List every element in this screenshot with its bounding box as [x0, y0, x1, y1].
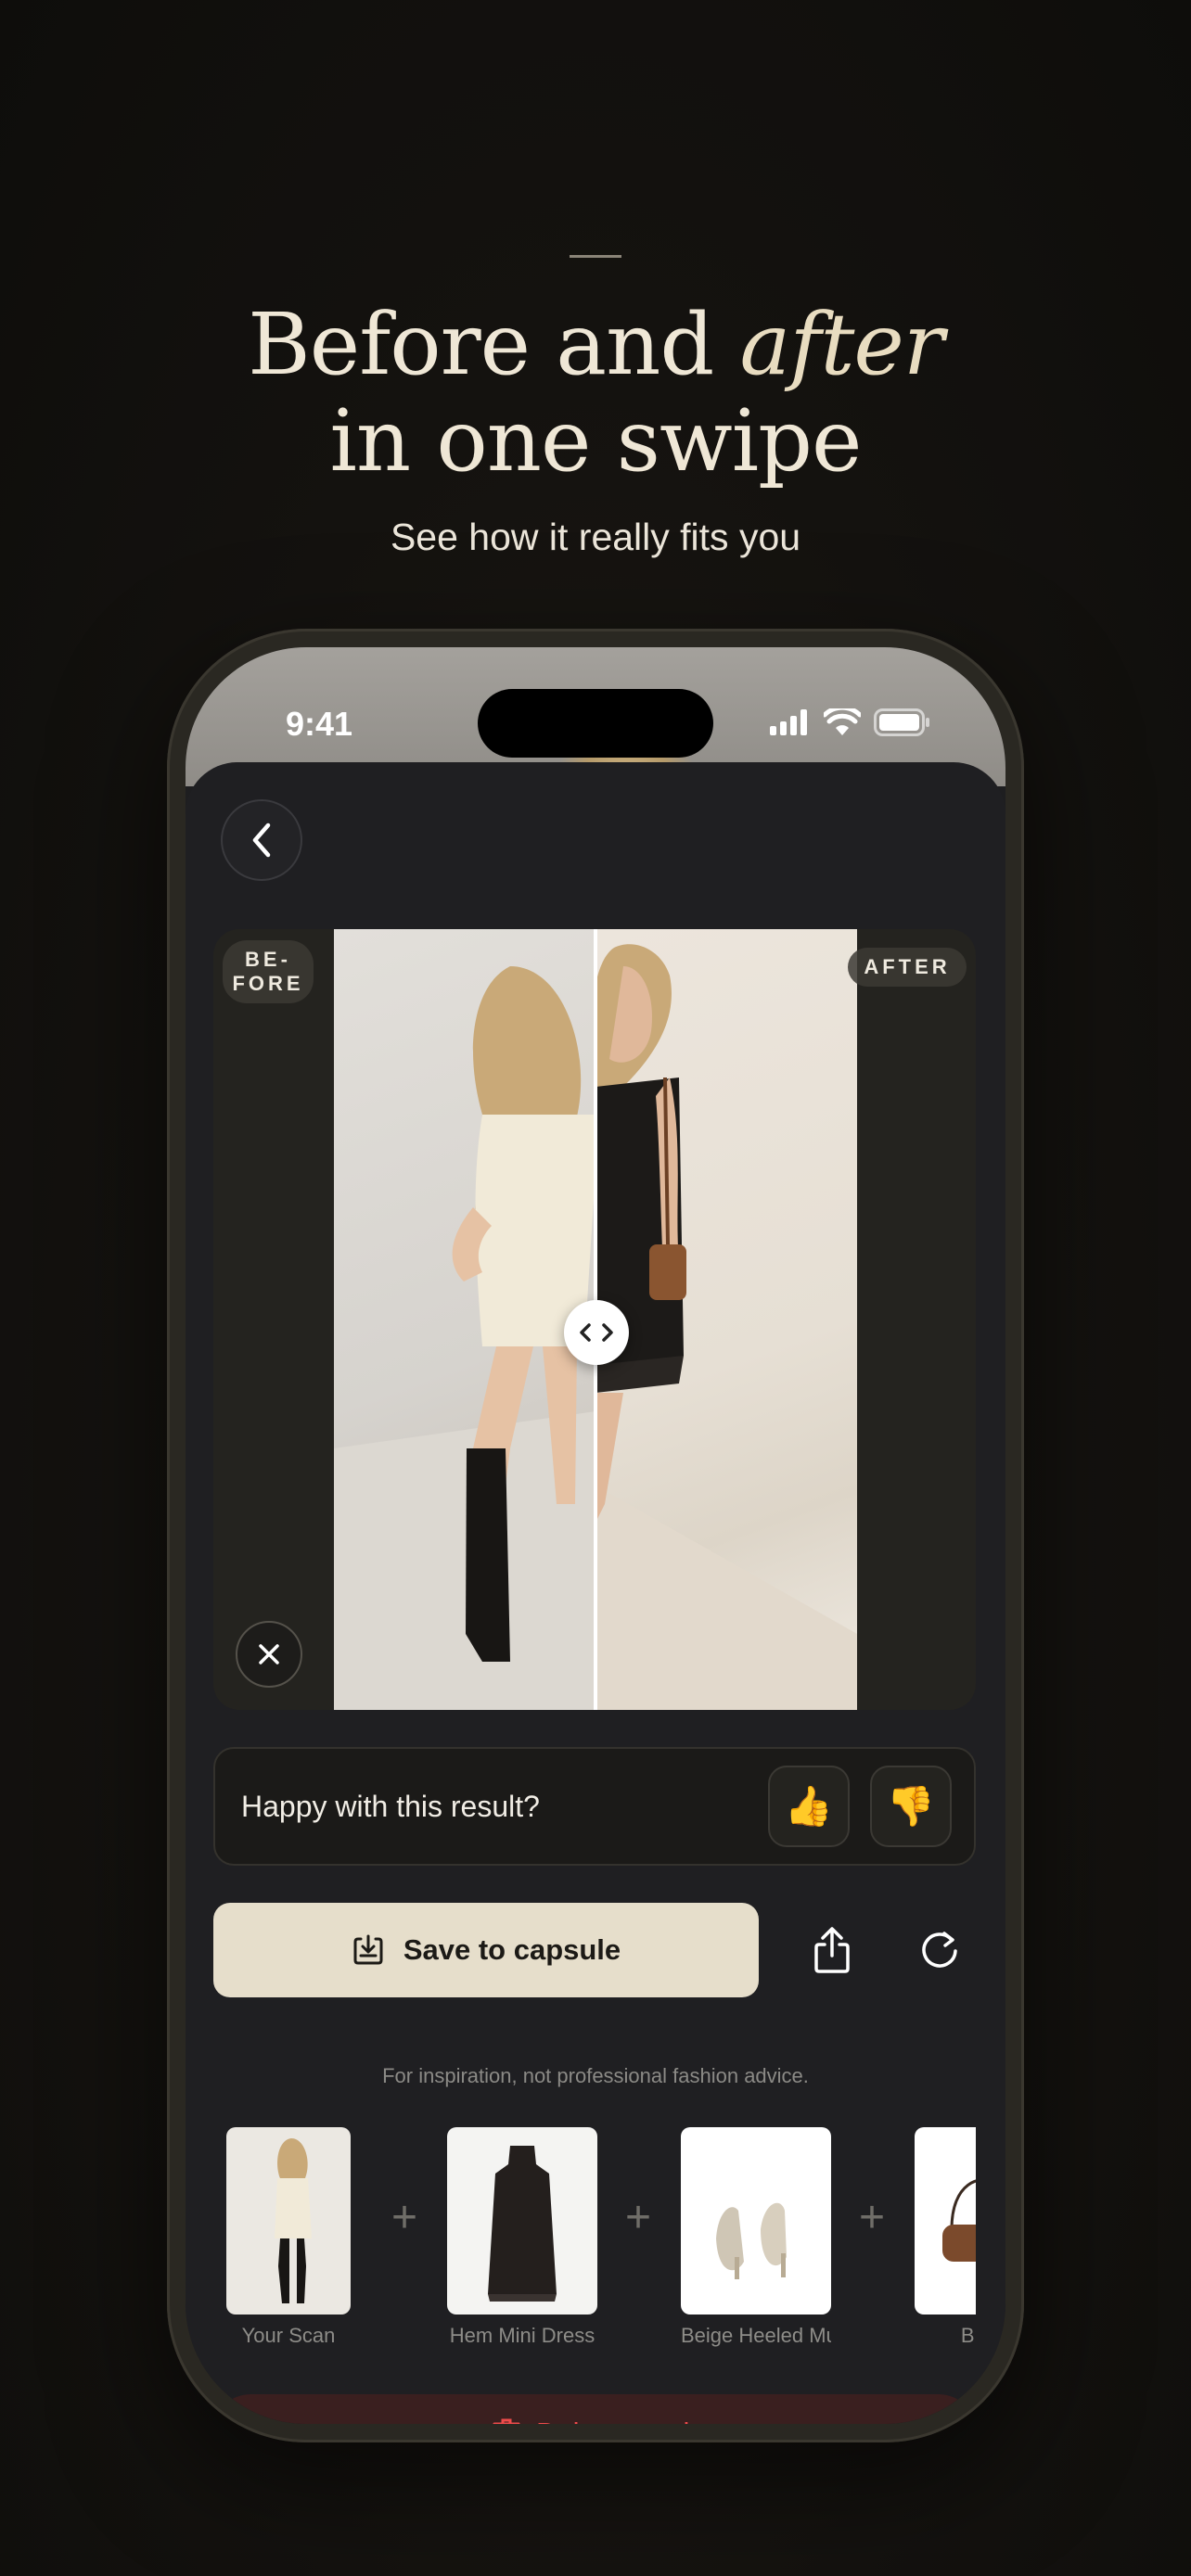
headline-part1: Before and	[248, 295, 740, 394]
feedback-card: Happy with this result? 👍 👎	[213, 1747, 976, 1866]
back-button[interactable]	[221, 799, 302, 881]
headline-emphasis: after	[739, 295, 944, 394]
result-sheet: BE- FORE AFTER Happy with this result? 👍…	[186, 762, 1005, 2424]
chevrons-left-right-icon	[580, 1323, 613, 1342]
before-after-viewer[interactable]: BE- FORE AFTER	[213, 929, 976, 1710]
close-icon	[259, 1644, 279, 1664]
share-icon	[814, 1927, 850, 1973]
item-label: Brown	[960, 2324, 976, 2347]
phone-frame: 9:41 BE- FORE AFTER Happy with this resu…	[167, 629, 1024, 2442]
before-photo	[334, 929, 596, 1710]
battery-icon	[874, 708, 929, 736]
dress-illustration	[488, 2146, 557, 2302]
save-button-label: Save to capsule	[403, 1933, 621, 1966]
after-figure-illustration	[592, 944, 857, 1710]
chevron-left-icon	[252, 823, 271, 858]
beige-heels-thumbnail	[681, 2127, 831, 2315]
share-button[interactable]	[800, 1918, 864, 1983]
item-card[interactable]: Brown	[915, 2127, 976, 2348]
dynamic-island	[478, 689, 713, 758]
thumbs-down-button[interactable]: 👎	[870, 1766, 952, 1847]
before-label: BE- FORE	[223, 940, 314, 1003]
plus-icon: +	[391, 2193, 418, 2242]
decorative-divider	[570, 255, 621, 258]
status-time: 9:41	[286, 705, 353, 743]
heels-illustration	[716, 2202, 787, 2279]
delete-result-label: Delete result	[536, 2417, 698, 2424]
after-photo	[592, 929, 857, 1710]
feedback-question: Happy with this result?	[241, 1790, 540, 1823]
scan-figure-illustration	[275, 2138, 312, 2303]
trash-icon	[493, 2418, 520, 2424]
brown-bag-thumbnail	[915, 2127, 976, 2315]
item-label: Your Scan	[241, 2324, 336, 2347]
plus-icon: +	[858, 2193, 886, 2242]
after-label: AFTER	[848, 948, 967, 987]
subheadline: See how it really fits you	[390, 516, 801, 558]
item-card[interactable]: Beige Heeled Mu	[681, 2127, 831, 2348]
save-to-capsule-button[interactable]: Save to capsule	[213, 1903, 759, 1997]
split-drag-handle[interactable]	[564, 1300, 629, 1365]
thumbs-up-icon: 👍	[784, 1783, 834, 1828]
before-figure-illustration	[334, 966, 596, 1710]
cellular-signal-icon	[770, 709, 807, 735]
regenerate-button[interactable]	[907, 1918, 972, 1983]
hem-mini-dress-thumbnail	[447, 2127, 597, 2315]
item-card[interactable]: Hem Mini Dress	[447, 2127, 597, 2348]
refresh-icon	[922, 1932, 957, 1968]
outfit-items-row[interactable]: Your Scan + Hem Mini Dress + Beige Heele…	[213, 2127, 976, 2350]
status-icons	[770, 708, 931, 736]
item-label: Beige Heeled Mu	[681, 2324, 831, 2347]
wifi-icon	[824, 708, 861, 735]
thumbs-down-icon: 👎	[886, 1783, 936, 1828]
your-scan-thumbnail	[226, 2127, 351, 2315]
item-label: Hem Mini Dress	[449, 2324, 596, 2347]
headline: Before and after in one swipe	[0, 297, 1191, 490]
plus-icon: +	[624, 2193, 652, 2242]
disclaimer-text: For inspiration, not professional fashio…	[382, 2064, 809, 2087]
item-card[interactable]: Your Scan	[226, 2127, 351, 2348]
headline-line2: in one swipe	[329, 391, 863, 491]
close-button[interactable]	[236, 1621, 302, 1688]
comparison-photo	[334, 929, 857, 1710]
save-download-icon	[353, 1934, 383, 1965]
thumbs-up-button[interactable]: 👍	[768, 1766, 850, 1847]
phone-screen: 9:41 BE- FORE AFTER Happy with this resu…	[186, 647, 1005, 2424]
delete-result-button[interactable]: Delete result	[213, 2394, 976, 2424]
bag-illustration	[942, 2179, 976, 2262]
